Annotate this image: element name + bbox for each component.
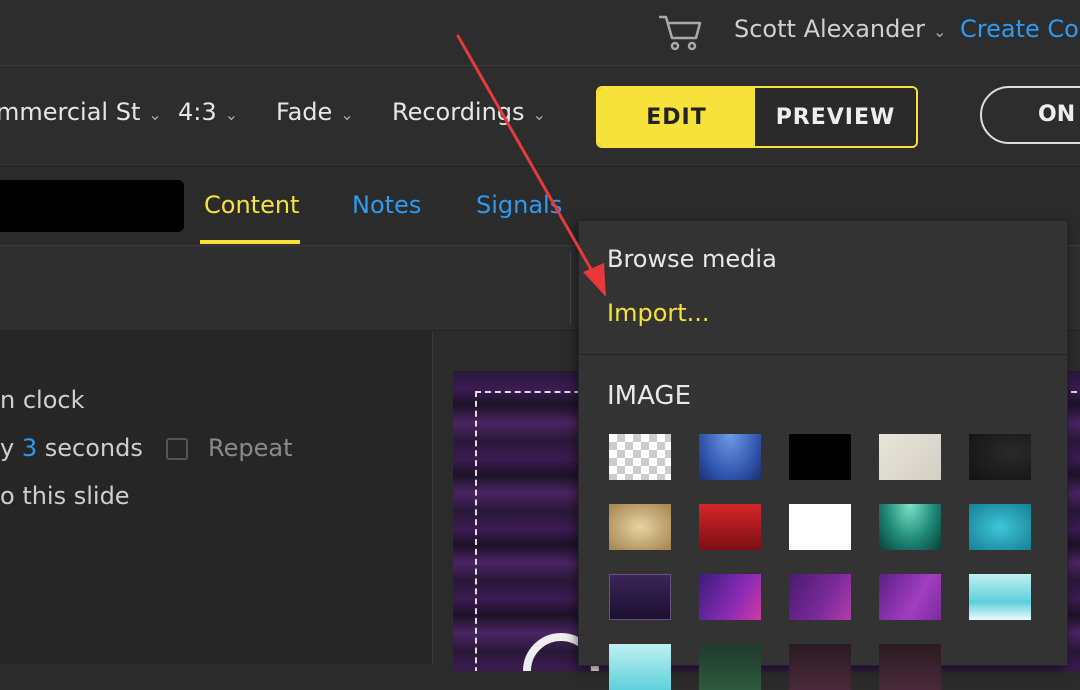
on-air-label: ON — [1038, 102, 1076, 127]
blue-gradient-thumb[interactable] — [699, 434, 761, 480]
redacted-field — [0, 180, 184, 232]
magenta-template-thumb[interactable] — [879, 574, 941, 620]
tab-notes[interactable]: Notes — [352, 191, 421, 219]
transition-dropdown[interactable]: Fade ⌄ — [276, 98, 354, 126]
clock-option-label: n clock — [0, 386, 85, 414]
toolbar: mmercial St ⌄ 4:3 ⌄ Fade ⌄ Recordings ⌄ EDIT… — [0, 66, 1080, 167]
media-dropdown-menu: Browse media Import... IMAGE — [578, 220, 1068, 690]
import-item[interactable]: Import... — [607, 299, 710, 327]
tab-signals[interactable]: Signals — [476, 191, 562, 219]
chevron-down-icon: ⌄ — [340, 105, 354, 124]
transition-label: Fade — [276, 98, 333, 126]
slide-option-label: o this slide — [0, 482, 130, 510]
browse-media-item[interactable]: Browse media — [607, 245, 777, 273]
edit-button[interactable]: EDIT — [598, 88, 755, 146]
repeat-label: Repeat — [208, 434, 293, 462]
aspect-label: 4:3 — [178, 98, 217, 126]
divider — [570, 252, 571, 324]
menu-divider — [579, 354, 1067, 355]
cart-icon[interactable] — [656, 12, 704, 52]
sky-template-thumb[interactable] — [969, 574, 1031, 620]
venue-dropdown[interactable]: mmercial St ⌄ — [0, 98, 162, 126]
transparent-image-thumb[interactable] — [609, 434, 671, 480]
advance-every-label: y 3 seconds — [0, 434, 143, 462]
dark-template-thumb[interactable] — [789, 644, 851, 690]
tab-content[interactable]: Content — [204, 191, 299, 219]
active-tab-indicator — [200, 240, 300, 244]
recordings-dropdown[interactable]: Recordings ⌄ — [392, 98, 546, 126]
chevron-down-icon: ⌄ — [532, 105, 546, 124]
red-gradient-thumb[interactable] — [699, 504, 761, 550]
on-air-button[interactable]: ON — [980, 86, 1080, 144]
recordings-label: Recordings — [392, 98, 525, 126]
repeat-checkbox[interactable] — [166, 438, 188, 460]
paper-thumb[interactable] — [879, 434, 941, 480]
image-section-heading: IMAGE — [607, 381, 692, 411]
top-bar: Scott Alexander ⌄ Create Cont — [0, 0, 1080, 66]
slide-settings-panel: n clock y 3 seconds Repeat o this slide — [0, 331, 433, 664]
violet-template-thumb[interactable] — [789, 574, 851, 620]
parchment-thumb[interactable] — [609, 504, 671, 550]
green-template-thumb[interactable] — [699, 644, 761, 690]
chevron-down-icon: ⌄ — [148, 105, 162, 124]
black-thumb[interactable] — [789, 434, 851, 480]
purple-frame-template-thumb[interactable] — [609, 574, 671, 620]
advance-seconds-value[interactable]: 3 — [22, 434, 37, 462]
purple-template-thumb[interactable] — [699, 574, 761, 620]
teal-gradient-thumb[interactable] — [879, 504, 941, 550]
white-thumb[interactable] — [789, 504, 851, 550]
user-menu[interactable]: Scott Alexander ⌄ — [734, 15, 946, 43]
advance-prefix: y — [0, 434, 15, 462]
preview-button[interactable]: PREVIEW — [755, 88, 916, 146]
aspect-dropdown[interactable]: 4:3 ⌄ — [178, 98, 238, 126]
edit-preview-toggle: EDIT PREVIEW — [596, 86, 918, 148]
chevron-down-icon: ⌄ — [224, 105, 239, 124]
create-content-link[interactable]: Create Cont — [960, 15, 1080, 43]
chevron-down-icon: ⌄ — [932, 22, 947, 41]
dark-template-thumb-2[interactable] — [879, 644, 941, 690]
venue-label: mmercial St — [0, 98, 141, 126]
dark-texture-thumb[interactable] — [969, 434, 1031, 480]
cyan-thumb[interactable] — [969, 504, 1031, 550]
advance-suffix: seconds — [44, 434, 143, 462]
sky-template-thumb-2[interactable] — [609, 644, 671, 690]
user-name: Scott Alexander — [734, 15, 925, 43]
